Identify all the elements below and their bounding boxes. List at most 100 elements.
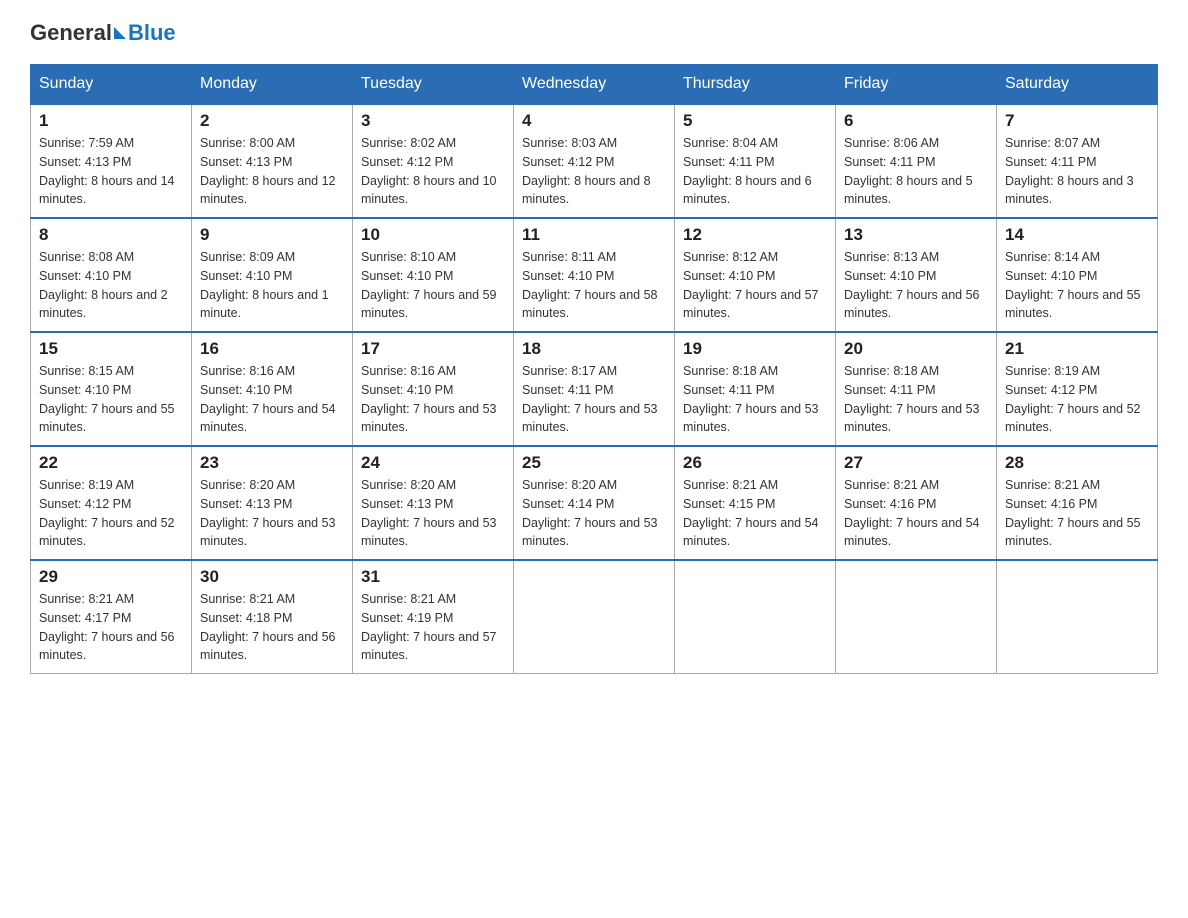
day-number: 9 [200,225,344,245]
day-number: 3 [361,111,505,131]
day-number: 26 [683,453,827,473]
weekday-header-wednesday: Wednesday [514,65,675,105]
calendar-cell [514,560,675,674]
day-info: Sunrise: 8:17 AMSunset: 4:11 PMDaylight:… [522,362,666,437]
day-number: 4 [522,111,666,131]
calendar-cell: 23 Sunrise: 8:20 AMSunset: 4:13 PMDaylig… [192,446,353,560]
page-header: General Blue [30,20,1158,46]
day-number: 10 [361,225,505,245]
day-info: Sunrise: 8:11 AMSunset: 4:10 PMDaylight:… [522,248,666,323]
day-info: Sunrise: 8:16 AMSunset: 4:10 PMDaylight:… [361,362,505,437]
calendar-cell: 30 Sunrise: 8:21 AMSunset: 4:18 PMDaylig… [192,560,353,674]
calendar-cell: 3 Sunrise: 8:02 AMSunset: 4:12 PMDayligh… [353,104,514,218]
day-info: Sunrise: 8:21 AMSunset: 4:19 PMDaylight:… [361,590,505,665]
calendar-cell: 27 Sunrise: 8:21 AMSunset: 4:16 PMDaylig… [836,446,997,560]
calendar-cell: 8 Sunrise: 8:08 AMSunset: 4:10 PMDayligh… [31,218,192,332]
weekday-header-saturday: Saturday [997,65,1158,105]
calendar-cell: 19 Sunrise: 8:18 AMSunset: 4:11 PMDaylig… [675,332,836,446]
day-info: Sunrise: 8:19 AMSunset: 4:12 PMDaylight:… [1005,362,1149,437]
calendar-cell: 20 Sunrise: 8:18 AMSunset: 4:11 PMDaylig… [836,332,997,446]
calendar-cell: 11 Sunrise: 8:11 AMSunset: 4:10 PMDaylig… [514,218,675,332]
calendar-week-row: 8 Sunrise: 8:08 AMSunset: 4:10 PMDayligh… [31,218,1158,332]
calendar-week-row: 15 Sunrise: 8:15 AMSunset: 4:10 PMDaylig… [31,332,1158,446]
logo: General Blue [30,20,176,46]
calendar-cell: 26 Sunrise: 8:21 AMSunset: 4:15 PMDaylig… [675,446,836,560]
calendar-week-row: 1 Sunrise: 7:59 AMSunset: 4:13 PMDayligh… [31,104,1158,218]
day-info: Sunrise: 8:18 AMSunset: 4:11 PMDaylight:… [683,362,827,437]
weekday-header-monday: Monday [192,65,353,105]
calendar-cell: 7 Sunrise: 8:07 AMSunset: 4:11 PMDayligh… [997,104,1158,218]
weekday-header-row: SundayMondayTuesdayWednesdayThursdayFrid… [31,65,1158,105]
calendar-cell: 28 Sunrise: 8:21 AMSunset: 4:16 PMDaylig… [997,446,1158,560]
day-number: 5 [683,111,827,131]
day-info: Sunrise: 8:14 AMSunset: 4:10 PMDaylight:… [1005,248,1149,323]
day-number: 20 [844,339,988,359]
calendar-cell: 18 Sunrise: 8:17 AMSunset: 4:11 PMDaylig… [514,332,675,446]
calendar-cell: 15 Sunrise: 8:15 AMSunset: 4:10 PMDaylig… [31,332,192,446]
day-number: 21 [1005,339,1149,359]
calendar-cell: 31 Sunrise: 8:21 AMSunset: 4:19 PMDaylig… [353,560,514,674]
day-info: Sunrise: 8:21 AMSunset: 4:16 PMDaylight:… [1005,476,1149,551]
day-number: 17 [361,339,505,359]
calendar-cell: 21 Sunrise: 8:19 AMSunset: 4:12 PMDaylig… [997,332,1158,446]
day-info: Sunrise: 7:59 AMSunset: 4:13 PMDaylight:… [39,134,183,209]
calendar-cell: 24 Sunrise: 8:20 AMSunset: 4:13 PMDaylig… [353,446,514,560]
day-info: Sunrise: 8:20 AMSunset: 4:13 PMDaylight:… [200,476,344,551]
day-number: 8 [39,225,183,245]
day-info: Sunrise: 8:00 AMSunset: 4:13 PMDaylight:… [200,134,344,209]
logo-arrow-icon [114,27,126,39]
day-info: Sunrise: 8:09 AMSunset: 4:10 PMDaylight:… [200,248,344,323]
day-info: Sunrise: 8:02 AMSunset: 4:12 PMDaylight:… [361,134,505,209]
calendar-cell: 10 Sunrise: 8:10 AMSunset: 4:10 PMDaylig… [353,218,514,332]
day-number: 12 [683,225,827,245]
calendar-cell: 5 Sunrise: 8:04 AMSunset: 4:11 PMDayligh… [675,104,836,218]
day-info: Sunrise: 8:20 AMSunset: 4:13 PMDaylight:… [361,476,505,551]
day-info: Sunrise: 8:21 AMSunset: 4:17 PMDaylight:… [39,590,183,665]
calendar-cell: 17 Sunrise: 8:16 AMSunset: 4:10 PMDaylig… [353,332,514,446]
day-number: 15 [39,339,183,359]
day-number: 1 [39,111,183,131]
calendar-cell: 2 Sunrise: 8:00 AMSunset: 4:13 PMDayligh… [192,104,353,218]
day-number: 6 [844,111,988,131]
calendar-cell: 9 Sunrise: 8:09 AMSunset: 4:10 PMDayligh… [192,218,353,332]
calendar-cell: 25 Sunrise: 8:20 AMSunset: 4:14 PMDaylig… [514,446,675,560]
day-number: 29 [39,567,183,587]
day-number: 28 [1005,453,1149,473]
day-number: 27 [844,453,988,473]
day-info: Sunrise: 8:15 AMSunset: 4:10 PMDaylight:… [39,362,183,437]
calendar-week-row: 22 Sunrise: 8:19 AMSunset: 4:12 PMDaylig… [31,446,1158,560]
day-info: Sunrise: 8:16 AMSunset: 4:10 PMDaylight:… [200,362,344,437]
day-info: Sunrise: 8:19 AMSunset: 4:12 PMDaylight:… [39,476,183,551]
day-info: Sunrise: 8:18 AMSunset: 4:11 PMDaylight:… [844,362,988,437]
calendar-cell: 4 Sunrise: 8:03 AMSunset: 4:12 PMDayligh… [514,104,675,218]
day-number: 25 [522,453,666,473]
day-number: 13 [844,225,988,245]
calendar-table: SundayMondayTuesdayWednesdayThursdayFrid… [30,64,1158,674]
calendar-cell: 6 Sunrise: 8:06 AMSunset: 4:11 PMDayligh… [836,104,997,218]
calendar-cell [997,560,1158,674]
calendar-header: SundayMondayTuesdayWednesdayThursdayFrid… [31,65,1158,105]
day-info: Sunrise: 8:07 AMSunset: 4:11 PMDaylight:… [1005,134,1149,209]
logo-blue-text: Blue [128,20,176,46]
calendar-week-row: 29 Sunrise: 8:21 AMSunset: 4:17 PMDaylig… [31,560,1158,674]
day-number: 22 [39,453,183,473]
day-info: Sunrise: 8:06 AMSunset: 4:11 PMDaylight:… [844,134,988,209]
day-number: 7 [1005,111,1149,131]
calendar-cell: 13 Sunrise: 8:13 AMSunset: 4:10 PMDaylig… [836,218,997,332]
weekday-header-thursday: Thursday [675,65,836,105]
day-number: 2 [200,111,344,131]
calendar-cell: 22 Sunrise: 8:19 AMSunset: 4:12 PMDaylig… [31,446,192,560]
day-number: 19 [683,339,827,359]
calendar-cell: 1 Sunrise: 7:59 AMSunset: 4:13 PMDayligh… [31,104,192,218]
day-number: 14 [1005,225,1149,245]
calendar-cell: 14 Sunrise: 8:14 AMSunset: 4:10 PMDaylig… [997,218,1158,332]
calendar-cell: 16 Sunrise: 8:16 AMSunset: 4:10 PMDaylig… [192,332,353,446]
day-number: 18 [522,339,666,359]
day-info: Sunrise: 8:21 AMSunset: 4:18 PMDaylight:… [200,590,344,665]
day-info: Sunrise: 8:20 AMSunset: 4:14 PMDaylight:… [522,476,666,551]
day-info: Sunrise: 8:03 AMSunset: 4:12 PMDaylight:… [522,134,666,209]
weekday-header-sunday: Sunday [31,65,192,105]
day-number: 23 [200,453,344,473]
weekday-header-tuesday: Tuesday [353,65,514,105]
day-info: Sunrise: 8:04 AMSunset: 4:11 PMDaylight:… [683,134,827,209]
